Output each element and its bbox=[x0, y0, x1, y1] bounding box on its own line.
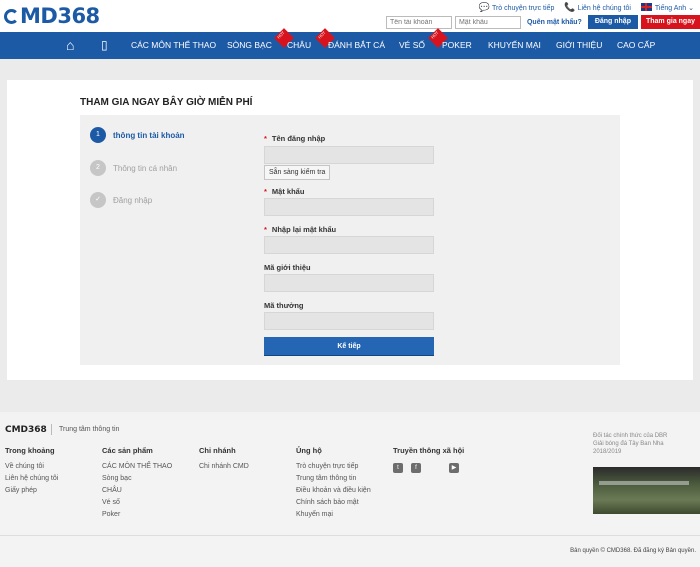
nav-item-fishing[interactable]: Đánh bắt cá bbox=[328, 32, 385, 59]
facebook-icon[interactable]: f bbox=[411, 463, 421, 473]
password-input[interactable] bbox=[454, 15, 521, 29]
confirm-password-label: * Nhập lại mật khẩu bbox=[264, 225, 337, 234]
nav-item-about[interactable]: Giới thiệu bbox=[556, 32, 602, 59]
logo-c-icon bbox=[4, 9, 19, 24]
phone-icon: 📞 bbox=[564, 2, 576, 12]
copyright-text: Bản quyền © CMD368. Đã đăng ký Bản quyền… bbox=[570, 548, 696, 554]
footer-link[interactable]: Khuyến mại bbox=[296, 511, 371, 518]
nav-item-casino[interactable]: Sòng bạc bbox=[227, 32, 272, 59]
bonus-code-label: Mã thưởng bbox=[264, 301, 304, 310]
check-icon: ✓ bbox=[90, 192, 106, 208]
home-icon[interactable]: ⌂ bbox=[66, 32, 74, 59]
password-label: * Mật khẩu bbox=[264, 187, 305, 196]
divider bbox=[0, 535, 700, 536]
footer-col-support: Ủng hộ Trò chuyện trực tiếp Trung tâm th… bbox=[296, 446, 371, 518]
nav-item-chau[interactable]: Châu bbox=[287, 32, 311, 59]
twitter-icon[interactable]: t bbox=[393, 463, 403, 473]
username-input[interactable] bbox=[385, 15, 452, 29]
registration-panel: THAM GIA NGAY BÂY GIỜ MIỄN PHÍ 1 thông t… bbox=[7, 80, 693, 380]
step-label: thông tin tài khoản bbox=[113, 130, 185, 140]
chat-icon: 💬 bbox=[478, 2, 490, 12]
footer-link[interactable]: Trò chuyện trực tiếp bbox=[296, 463, 371, 470]
footer-link[interactable]: Giấy phép bbox=[5, 487, 58, 494]
footer-link[interactable]: Poker bbox=[102, 511, 172, 518]
footer-link[interactable]: Điều khoản và điều kiện bbox=[296, 487, 371, 494]
referral-code-label: Mã giới thiệu bbox=[264, 263, 311, 272]
step-personal-info: 2 Thông tin cá nhân bbox=[90, 160, 177, 176]
football-match-image bbox=[593, 467, 700, 514]
contact-link[interactable]: 📞 Liên hệ chúng tôi bbox=[564, 2, 631, 13]
step-label: Đăng nhập bbox=[113, 195, 153, 205]
language-selector[interactable]: Tiếng Anh ⌄ bbox=[640, 3, 694, 12]
youtube-icon[interactable]: ▶ bbox=[449, 463, 459, 473]
nav-item-premium[interactable]: Cao cấp bbox=[617, 32, 655, 59]
referral-code-field[interactable] bbox=[264, 274, 434, 292]
footer-link[interactable]: Sòng bạc bbox=[102, 475, 172, 482]
footer-col-social: Truyền thông xã hội t f ▶ bbox=[393, 446, 465, 473]
top-header: MD368 💬 Trò chuyện trực tiếp 📞 Liên hệ chú… bbox=[0, 0, 700, 32]
footer-link[interactable]: CHÂU bbox=[102, 487, 172, 494]
logo[interactable]: MD368 bbox=[4, 4, 100, 28]
password-field[interactable] bbox=[264, 198, 434, 216]
step-number: 2 bbox=[90, 160, 106, 176]
nav-item-poker[interactable]: Poker bbox=[442, 32, 472, 59]
info-center-link[interactable]: Trung tâm thông tin bbox=[59, 426, 119, 433]
next-button[interactable]: Kế tiếp bbox=[264, 337, 434, 356]
footer-link[interactable]: Vé số bbox=[102, 499, 172, 506]
check-availability-button[interactable]: Sẵn sàng kiểm tra bbox=[264, 165, 331, 180]
footer-col-about: Trong khoảng Về chúng tôi Liên hệ chúng … bbox=[5, 446, 59, 494]
step-account-info: 1 thông tin tài khoản bbox=[90, 127, 185, 143]
confirm-password-field[interactable] bbox=[264, 236, 434, 254]
footer-link[interactable]: CÁC MÔN THỂ THAO bbox=[102, 463, 172, 470]
main-nav: ⌂ ▯ Các môn thể thao Sòng bạc HOT Châu H… bbox=[0, 28, 700, 59]
step-number: 1 bbox=[90, 127, 106, 143]
page-title: THAM GIA NGAY BÂY GIỜ MIỄN PHÍ bbox=[80, 97, 253, 108]
footer-link[interactable]: Liên hệ chúng tôi bbox=[5, 475, 58, 482]
bonus-code-field[interactable] bbox=[264, 312, 434, 330]
top-links: 💬 Trò chuyện trực tiếp 📞 Liên hệ chúng tôi… bbox=[479, 2, 694, 13]
registration-form: 1 thông tin tài khoản 2 Thông tin cá nhâ… bbox=[80, 115, 620, 365]
footer-link[interactable]: Về chúng tôi bbox=[5, 463, 58, 470]
forgot-password-link[interactable]: Quên mật khẩu? bbox=[527, 19, 582, 26]
login-button[interactable]: Đăng nhập bbox=[587, 15, 638, 29]
nav-item-lottery[interactable]: Vé số bbox=[399, 32, 425, 59]
footer-col-products: Các sản phẩm CÁC MÔN THỂ THAO Sòng bạc C… bbox=[102, 446, 173, 518]
mobile-icon[interactable]: ▯ bbox=[101, 32, 108, 59]
uk-flag-icon bbox=[640, 3, 652, 11]
nav-item-sports[interactable]: Các môn thể thao bbox=[131, 32, 216, 59]
chevron-down-icon: ⌄ bbox=[688, 5, 694, 12]
footer-link[interactable]: Trung tâm thông tin bbox=[296, 475, 371, 482]
footer-col-branch: Chi nhánh Chi nhánh CMD bbox=[199, 446, 249, 470]
footer-link[interactable]: Chi nhánh CMD bbox=[199, 463, 249, 470]
step-label: Thông tin cá nhân bbox=[113, 163, 178, 173]
nav-item-promotions[interactable]: Khuyến mại bbox=[488, 32, 541, 59]
username-field[interactable] bbox=[264, 146, 434, 164]
divider bbox=[51, 424, 52, 435]
footer-link[interactable]: Chính sách bảo mật bbox=[296, 499, 371, 506]
step-login: ✓ Đăng nhập bbox=[90, 192, 152, 208]
live-chat-link[interactable]: 💬 Trò chuyện trực tiếp bbox=[479, 2, 555, 13]
username-label: * Tên đăng nhập bbox=[264, 134, 326, 143]
partner-text: Đối tác chính thức của DBR Giải bóng đá … bbox=[593, 433, 668, 455]
login-bar: Quên mật khẩu? Đăng nhập Tham gia ngay bbox=[385, 15, 700, 29]
footer: CMD368 Trung tâm thông tin Trong khoảng … bbox=[0, 412, 700, 567]
join-now-button[interactable]: Tham gia ngay bbox=[640, 15, 700, 29]
footer-logo[interactable]: CMD368 bbox=[5, 425, 47, 435]
